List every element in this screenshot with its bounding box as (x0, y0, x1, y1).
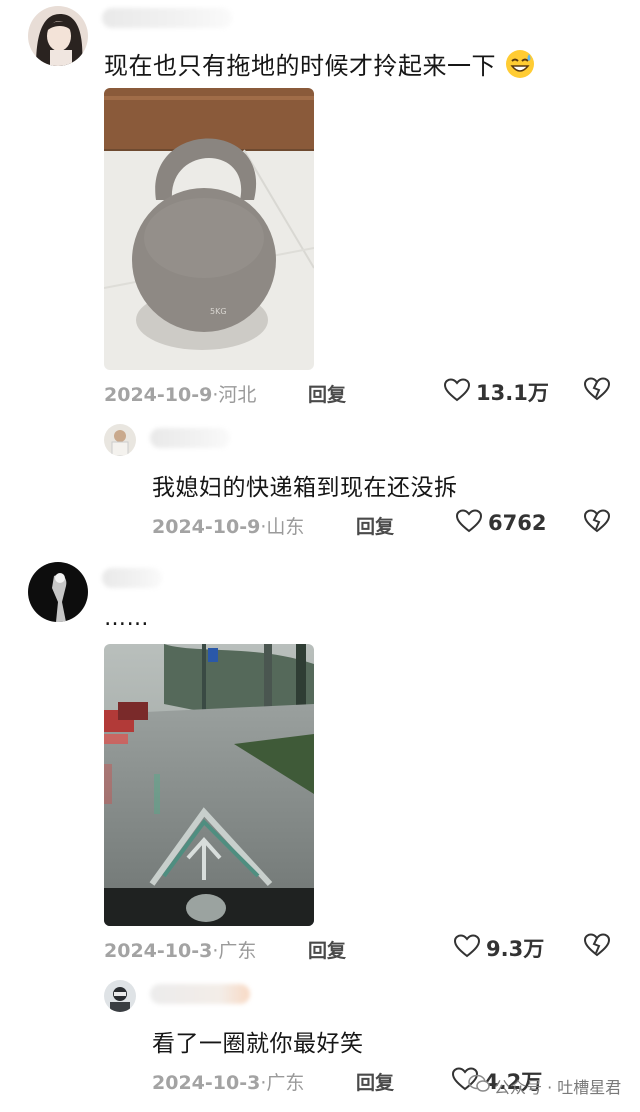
reply-button[interactable]: 回复 (308, 936, 346, 963)
like-count: 6762 (488, 511, 547, 535)
comment-meta: 2024-10-9·河北 (104, 380, 256, 407)
user-avatar[interactable] (28, 6, 88, 66)
reply-location: ·山东 (260, 516, 305, 538)
reply-date: 2024-10-9 (152, 516, 261, 538)
comment-date: 2024-10-3 (104, 940, 213, 962)
like-count: 13.1万 (476, 381, 549, 405)
reply-meta: 2024-10-3·广东 (152, 1068, 304, 1095)
heart-icon (453, 934, 481, 962)
blurred-username[interactable] (150, 428, 230, 448)
dislike-broken-heart-icon[interactable] (583, 509, 611, 537)
user-avatar[interactable] (28, 562, 88, 622)
weight-label: 5KG (210, 307, 227, 316)
like-count: 9.3万 (486, 937, 545, 961)
watermark-text: 公众号 · 吐槽星君 (494, 1078, 622, 1097)
rainy-road-photo[interactable] (104, 644, 314, 926)
dislike-broken-heart-icon[interactable] (583, 377, 611, 405)
comment-text: 现在也只有拖地的时候才拎起来一下 (104, 46, 536, 86)
comment-location: ·河北 (212, 384, 257, 406)
kettlebell-photo[interactable]: 5KG (104, 88, 314, 370)
comment-date: 2024-10-9 (104, 384, 213, 406)
blurred-username[interactable] (102, 8, 232, 28)
like-button[interactable]: 6762 (455, 509, 547, 537)
comment-location: ·广东 (212, 940, 257, 962)
wechat-icon (468, 1074, 490, 1098)
reply-button[interactable]: 回复 (308, 380, 346, 407)
blurred-username[interactable] (150, 984, 250, 1004)
like-button[interactable]: 13.1万 (443, 377, 549, 407)
like-button[interactable]: 9.3万 (453, 933, 545, 963)
reply-location: ·广东 (260, 1072, 305, 1094)
reply-date: 2024-10-3 (152, 1072, 261, 1094)
reply-button[interactable]: 回复 (356, 1068, 394, 1095)
reply-user-avatar[interactable] (104, 980, 136, 1012)
reply-user-avatar[interactable] (104, 424, 136, 456)
reply-button[interactable]: 回复 (356, 512, 394, 539)
reply-text: 看了一圈就你最好笑 (152, 1031, 364, 1057)
reply-meta: 2024-10-9·山东 (152, 512, 304, 539)
heart-icon (443, 378, 471, 406)
heart-icon (455, 509, 483, 537)
comment-text: …… (104, 606, 149, 631)
watermark: 公众号 · 吐槽星君 (468, 1074, 621, 1098)
comment-meta: 2024-10-3·广东 (104, 936, 256, 963)
blurred-username[interactable] (102, 568, 162, 588)
grinning-sweat-icon (504, 48, 536, 86)
reply-text: 我媳妇的快递箱到现在还没拆 (152, 475, 458, 501)
dislike-broken-heart-icon[interactable] (583, 933, 611, 961)
